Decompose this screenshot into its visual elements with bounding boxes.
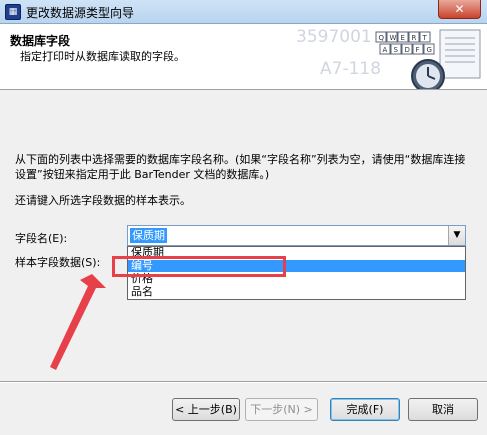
wizard-header: 数据库字段 指定打印时从数据库读取的字段。 3597001 A7-118 QWE… bbox=[0, 24, 487, 90]
cancel-button[interactable]: 取消 bbox=[408, 398, 478, 421]
keyboard-key-label: Q bbox=[379, 34, 385, 42]
annotation-arrow-icon bbox=[50, 274, 106, 370]
page-title: 数据库字段 bbox=[10, 34, 71, 48]
decoration-code-text: A7-118 bbox=[320, 59, 381, 79]
page-subtitle: 指定打印时从数据库读取的字段。 bbox=[20, 50, 185, 63]
hint-text: 还请键入所选字段数据的样本表示。 bbox=[15, 194, 191, 207]
chevron-down-icon[interactable]: ▼ bbox=[448, 226, 465, 245]
header-decoration-image: 3597001 A7-118 Q W E R T A S D F G bbox=[296, 27, 481, 89]
finish-button[interactable]: 完成(F) bbox=[330, 398, 400, 421]
field-name-combobox[interactable]: 保质期 ▼ bbox=[127, 225, 466, 246]
annotation-highlight-box bbox=[112, 256, 286, 277]
sample-data-label: 样本字段数据(S): bbox=[15, 256, 101, 269]
keyboard-key-label: G bbox=[427, 46, 432, 54]
field-name-value: 保质期 bbox=[130, 228, 167, 243]
next-button[interactable]: 下一步(N) > bbox=[245, 398, 318, 421]
keyboard-key-label: F bbox=[416, 46, 420, 54]
description-text: 从下面的列表中选择需要的数据库字段名称。(如果“字段名称”列表为空，请使用“数据… bbox=[15, 153, 466, 181]
keyboard-key-label: R bbox=[412, 34, 417, 42]
decoration-number-text: 3597001 bbox=[296, 27, 372, 47]
window-title: 更改数据源类型向导 bbox=[26, 6, 135, 20]
app-icon: ▦ bbox=[5, 4, 21, 20]
back-button[interactable]: < 上一步(B) bbox=[172, 398, 240, 421]
keyboard-key-label: A bbox=[383, 46, 388, 54]
dropdown-option[interactable]: 品名 bbox=[128, 286, 465, 298]
document-graphic bbox=[439, 29, 481, 79]
keyboard-key-label: T bbox=[422, 34, 428, 42]
keyboard-key-label: S bbox=[394, 46, 399, 54]
keyboard-graphic: Q W E R T A S D F G bbox=[375, 31, 435, 55]
keyboard-key-label: W bbox=[390, 34, 397, 42]
keyboard-key-label: E bbox=[401, 34, 405, 42]
field-name-label: 字段名(E): bbox=[15, 232, 68, 245]
footer-divider bbox=[0, 381, 487, 383]
keyboard-key-label: D bbox=[405, 46, 410, 54]
title-bar: ▦ 更改数据源类型向导 ✕ bbox=[0, 0, 487, 24]
close-button[interactable]: ✕ bbox=[438, 0, 481, 19]
